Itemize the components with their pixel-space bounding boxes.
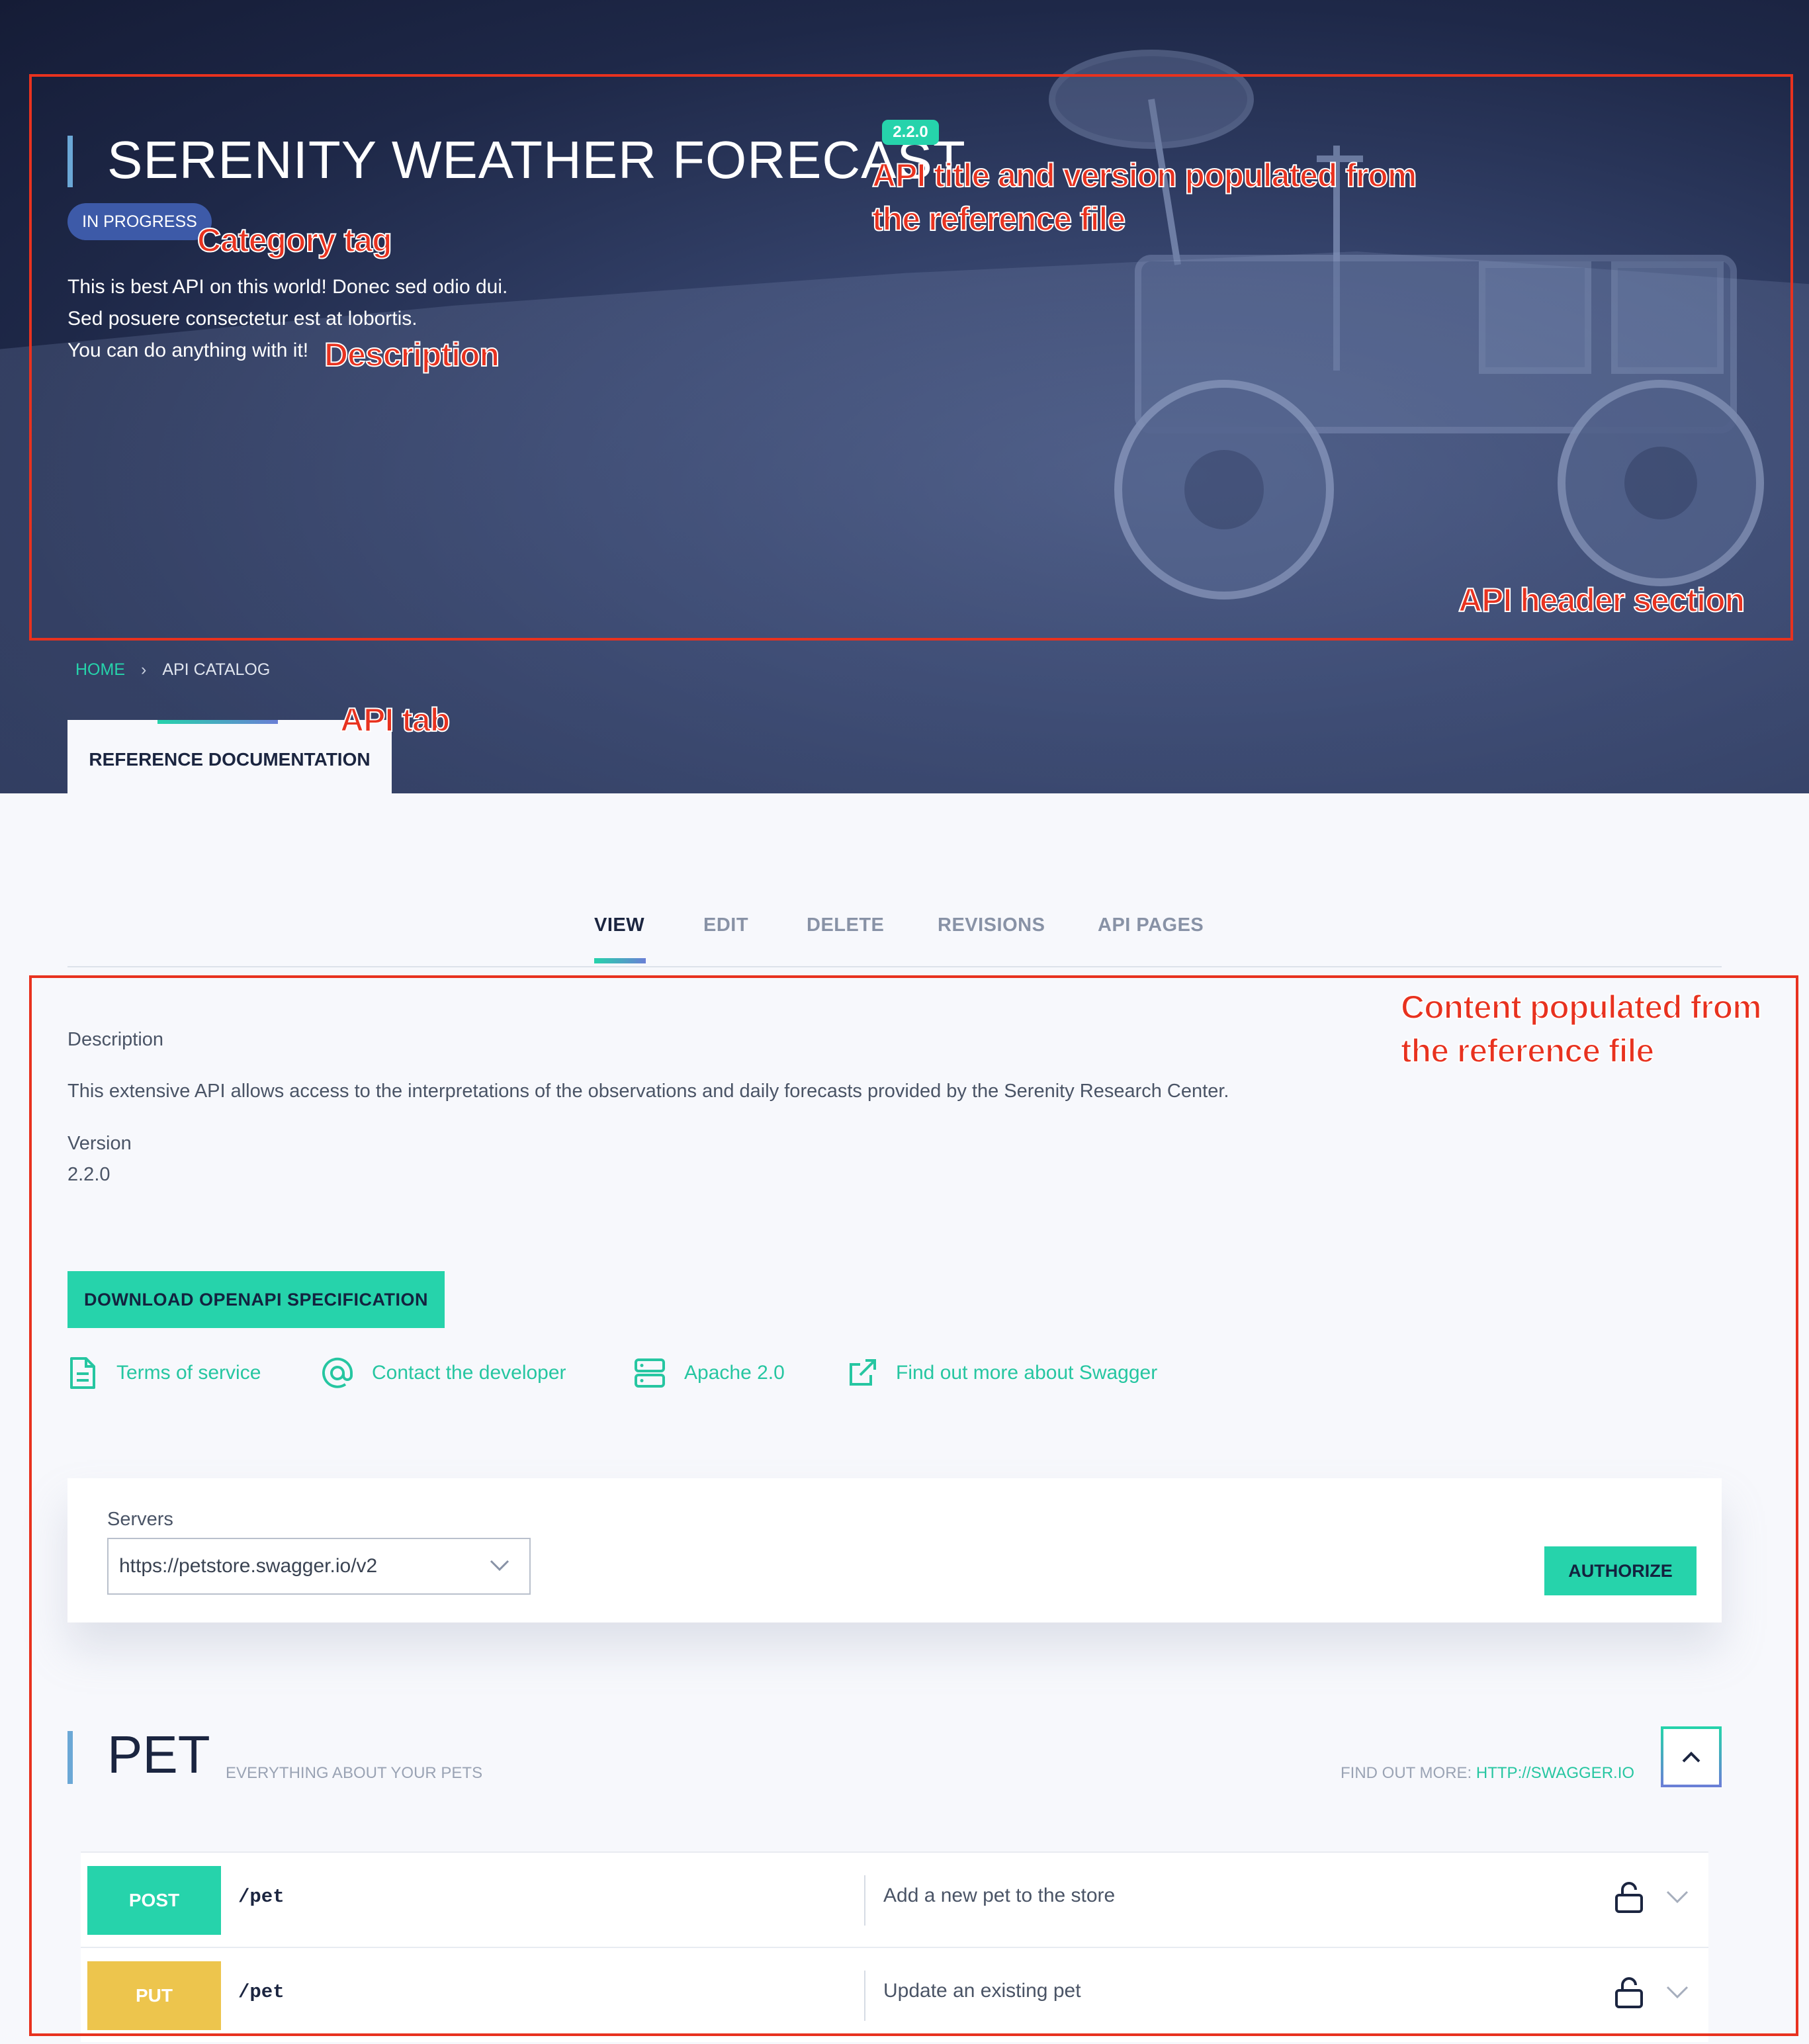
tab-accent-bar <box>157 720 278 724</box>
tab-view[interactable]: VIEW <box>594 914 644 936</box>
breadcrumb-current: API CATALOG <box>162 660 271 679</box>
content-section-annotation-box <box>29 975 1798 2036</box>
annotation-api-tab: API tab <box>339 701 451 739</box>
tab-delete[interactable]: DELETE <box>807 914 884 936</box>
annotation-title-version-line2: the reference file <box>871 200 1126 238</box>
annotation-description: Description <box>324 335 500 374</box>
tab-edit[interactable]: EDIT <box>703 914 748 936</box>
tab-revisions[interactable]: REVISIONS <box>938 914 1045 936</box>
breadcrumb: HOME › API CATALOG <box>75 660 270 680</box>
breadcrumb-home-link[interactable]: HOME <box>75 660 125 679</box>
content-tabs: VIEW EDIT DELETE REVISIONS API PAGES <box>67 880 1722 967</box>
annotation-content-line1: Content populated from <box>1400 988 1763 1026</box>
annotation-title-version-line1: API title and version populated from <box>871 156 1417 195</box>
annotation-content-line2: the reference file <box>1400 1032 1655 1070</box>
active-tab-underline <box>594 958 646 963</box>
annotation-category-tag: Category tag <box>197 221 393 259</box>
tab-api-pages[interactable]: API PAGES <box>1098 914 1204 936</box>
breadcrumb-separator: › <box>141 660 147 679</box>
tab-label: REFERENCE DOCUMENTATION <box>89 749 371 770</box>
annotation-header-section: API header section <box>1458 581 1745 619</box>
